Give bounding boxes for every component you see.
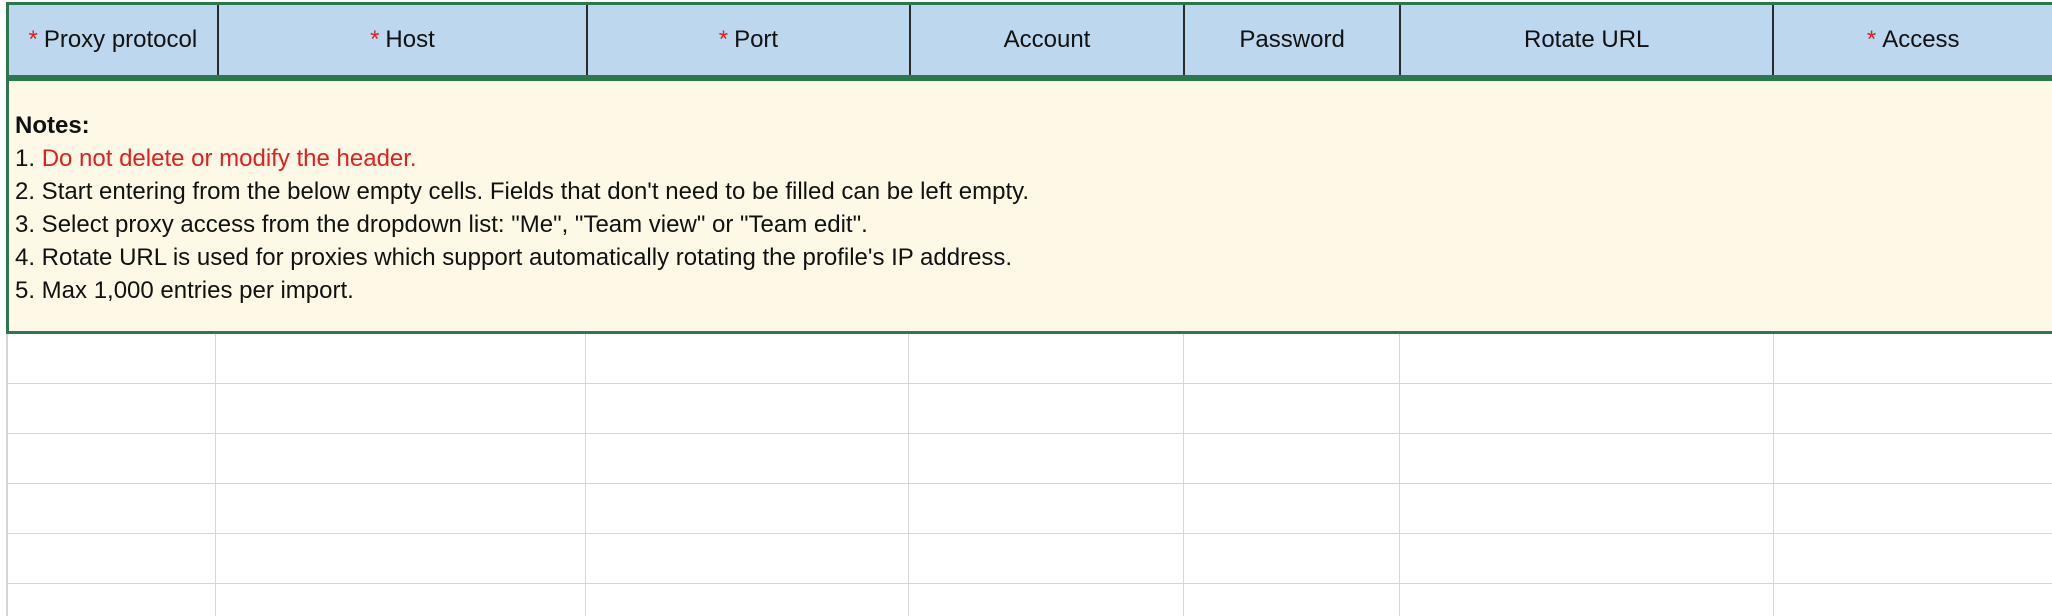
notes-line-1: 1. Do not delete or modify the header. <box>15 142 2052 175</box>
empty-cell[interactable] <box>909 534 1184 583</box>
empty-cell[interactable] <box>1184 434 1400 483</box>
empty-cell[interactable] <box>1774 434 2052 483</box>
header-label: Account <box>1003 26 1091 53</box>
empty-cell[interactable] <box>216 384 586 433</box>
header-cell-proxy-protocol[interactable]: * Proxy protocol <box>9 5 219 75</box>
header-label: Access <box>1882 26 1960 53</box>
empty-cell[interactable] <box>586 584 909 616</box>
empty-cell[interactable] <box>1400 484 1774 533</box>
empty-cell[interactable] <box>1184 584 1400 616</box>
table-row <box>6 434 2052 484</box>
empty-cell[interactable] <box>1400 584 1774 616</box>
notes-line-1-warning: Do not delete or modify the header. <box>41 145 417 172</box>
empty-cell[interactable] <box>1184 484 1400 533</box>
empty-grid <box>6 334 2052 616</box>
empty-cell[interactable] <box>586 334 909 383</box>
empty-cell[interactable] <box>216 334 586 383</box>
empty-cell[interactable] <box>586 534 909 583</box>
empty-cell[interactable] <box>6 334 216 383</box>
notes-line-3: 3. Select proxy access from the dropdown… <box>15 211 868 238</box>
spreadsheet: * Proxy protocol * Host * Port Account Password… <box>0 0 2052 616</box>
empty-cell[interactable] <box>1184 534 1400 583</box>
table-row <box>6 584 2052 616</box>
header-label: Port <box>734 26 779 53</box>
header-row: * Proxy protocol * Host * Port Account Password… <box>6 2 2052 78</box>
empty-cell[interactable] <box>6 434 216 483</box>
notes-line-4: 4. Rotate URL is used for proxies which … <box>15 244 1013 271</box>
empty-cell[interactable] <box>1774 384 2052 433</box>
required-marker: * <box>370 26 380 53</box>
empty-cell[interactable] <box>586 484 909 533</box>
empty-cell[interactable] <box>909 484 1184 533</box>
empty-cell[interactable] <box>1400 434 1774 483</box>
header-cell-host[interactable]: * Host <box>219 5 589 75</box>
empty-cell[interactable] <box>6 484 216 533</box>
table-row <box>6 334 2052 384</box>
empty-cell[interactable] <box>1184 334 1400 383</box>
empty-cell[interactable] <box>909 584 1184 616</box>
notes-cell[interactable]: Notes: 1. Do not delete or modify the he… <box>6 78 2052 334</box>
required-marker: * <box>28 26 38 53</box>
empty-cell[interactable] <box>909 334 1184 383</box>
required-marker: * <box>718 26 729 53</box>
empty-cell[interactable] <box>216 534 586 583</box>
empty-cell[interactable] <box>1184 384 1400 433</box>
notes-title: Notes: <box>15 112 90 139</box>
empty-cell[interactable] <box>586 384 909 433</box>
header-label: Host <box>385 26 435 53</box>
empty-cell[interactable] <box>216 584 586 616</box>
empty-cell[interactable] <box>216 484 586 533</box>
empty-cell[interactable] <box>1774 484 2052 533</box>
empty-cell[interactable] <box>1774 534 2052 583</box>
empty-cell[interactable] <box>1400 334 1774 383</box>
table-row <box>6 534 2052 584</box>
empty-cell[interactable] <box>1774 584 2052 616</box>
header-label: Password <box>1239 26 1345 53</box>
header-cell-access[interactable]: * Access <box>1774 5 2052 75</box>
empty-cell[interactable] <box>6 384 216 433</box>
empty-cell[interactable] <box>1400 384 1774 433</box>
header-cell-password[interactable]: Password <box>1185 5 1401 75</box>
empty-cell[interactable] <box>1400 534 1774 583</box>
table-row <box>6 384 2052 434</box>
header-cell-account[interactable]: Account <box>911 5 1186 75</box>
notes-line-2: 2. Start entering from the below empty c… <box>15 178 1030 205</box>
header-label: Rotate URL <box>1523 26 1650 53</box>
notes-line-5: 5. Max 1,000 entries per import. <box>15 277 354 304</box>
empty-cell[interactable] <box>909 384 1184 433</box>
empty-cell[interactable] <box>6 584 216 616</box>
header-cell-rotate-url[interactable]: Rotate URL <box>1401 5 1775 75</box>
empty-cell[interactable] <box>216 434 586 483</box>
empty-cell[interactable] <box>6 534 216 583</box>
empty-cell[interactable] <box>909 434 1184 483</box>
required-marker: * <box>1866 26 1877 53</box>
notes-line-1-prefix: 1. <box>15 145 42 172</box>
table-row <box>6 484 2052 534</box>
empty-cell[interactable] <box>1774 334 2052 383</box>
header-label: Proxy protocol <box>43 26 198 53</box>
header-cell-port[interactable]: * Port <box>588 5 911 75</box>
empty-cell[interactable] <box>586 434 909 483</box>
